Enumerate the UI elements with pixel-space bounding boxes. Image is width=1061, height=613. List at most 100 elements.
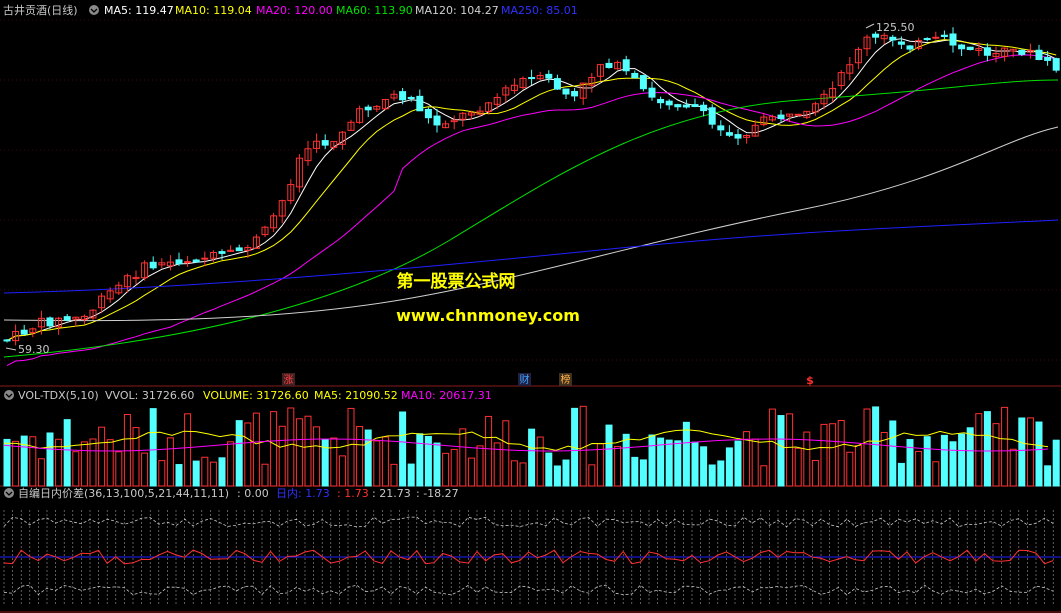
volume-bar [55, 438, 63, 487]
volume-bar [1044, 465, 1052, 487]
volume-bar [313, 426, 321, 487]
candle-body [553, 78, 561, 90]
volume-bar [364, 429, 372, 487]
indicator-toggle-icon[interactable] [4, 488, 14, 498]
svg-text:涨: 涨 [284, 374, 294, 386]
candle-body [1044, 56, 1052, 61]
volume-indicator-name[interactable]: VOL-TDX(5,10) [18, 389, 99, 402]
volume-bar [321, 438, 329, 487]
watermark-title: 第一股票公式网 [397, 271, 516, 292]
candle-body [1035, 49, 1043, 60]
event-marker-finance[interactable]: 财 [518, 373, 531, 386]
volume-bar [734, 440, 742, 487]
event-marker-dollar[interactable]: $ [806, 374, 814, 387]
candle-body [734, 134, 742, 139]
volume-bar [12, 440, 20, 487]
ma5-label: MA5: 119.47 [104, 4, 174, 17]
volume-bar [596, 443, 604, 487]
volume-bar [915, 450, 923, 487]
volume-bar [1035, 421, 1043, 487]
volume-bar [872, 406, 880, 487]
volume-bar [218, 457, 226, 487]
volume-bar [123, 413, 131, 487]
volume-bar [192, 460, 200, 487]
candle-body [364, 106, 372, 111]
vol-ma5-label: MA5: 21090.52 [314, 389, 398, 402]
volume-toggle-icon[interactable] [4, 390, 14, 400]
candle-body [562, 88, 570, 95]
volume-bar [992, 423, 1000, 487]
candle-body [407, 96, 415, 100]
volume-bar [1052, 439, 1060, 487]
high-price-marker: 125.50 [865, 21, 915, 34]
volume-bar [502, 420, 510, 487]
volume-bar [399, 411, 407, 487]
candle-body [682, 104, 690, 108]
indicator-value-2: : 1.73 [337, 487, 369, 500]
candle-body [63, 316, 71, 321]
volume-bar [338, 455, 346, 487]
volume-bar [708, 464, 716, 487]
svg-text:$: $ [806, 374, 814, 387]
settings-toggle-icon[interactable] [89, 5, 99, 15]
volume-bar [330, 437, 338, 487]
volume-bar [295, 418, 303, 487]
volume-bar [588, 464, 596, 487]
candle-body [46, 317, 54, 327]
candle-body [708, 107, 716, 125]
ma250-label: MA250: 85.01 [501, 4, 578, 17]
volume-bar [416, 433, 424, 487]
volume-bar [381, 436, 389, 487]
volume-bar [3, 438, 11, 487]
volume-bar [442, 452, 450, 487]
candle-body [940, 34, 948, 38]
volume-bar [553, 465, 561, 487]
volume-bar [106, 439, 114, 487]
candle-body [235, 247, 243, 252]
stock-chart[interactable]: 古井贡酒(日线) MA5: 119.47 MA10: 119.04 MA20: … [0, 0, 1061, 613]
volume-bar [820, 423, 828, 487]
candle-body [192, 259, 200, 263]
svg-text:财: 财 [520, 373, 530, 386]
volume-bar [966, 427, 974, 487]
candle-body [201, 257, 209, 260]
low-price-marker: 59.30 [5, 343, 50, 356]
volume-bar [373, 440, 381, 487]
candle-body [700, 104, 708, 112]
high-price-label: 125.50 [876, 21, 915, 34]
volume-bar [639, 459, 647, 487]
event-marker-rise[interactable]: 涨 [282, 373, 295, 386]
event-marker-ranking[interactable]: 榜 [559, 373, 572, 386]
volume-bar [940, 434, 948, 487]
volume-label: VOLUME: 31726.60 [203, 389, 309, 402]
indicator-header: 自编日内价差(36,13,100,5,21,44,11,11) : 0.00 日… [4, 486, 459, 500]
ma120-line [3, 126, 1059, 322]
volume-bars[interactable] [3, 405, 1060, 487]
vol-ma10-label: MA10: 20617.31 [401, 389, 492, 402]
candle-body [3, 339, 11, 342]
candle-body [545, 73, 553, 79]
candle-body [20, 329, 28, 335]
volume-bar [476, 445, 484, 487]
candle-body [794, 113, 802, 116]
candlesticks[interactable] [3, 27, 1060, 346]
low-price-label: 59.30 [18, 343, 50, 356]
volume-bar [923, 436, 931, 487]
volume-bar [519, 462, 527, 487]
candle-body [528, 77, 536, 80]
volume-bar [614, 445, 622, 487]
candle-body [665, 100, 673, 106]
volume-bar [829, 423, 837, 487]
indicator-name[interactable]: 自编日内价差(36,13,100,5,21,44,11,11) [18, 486, 229, 500]
volume-bar [648, 434, 656, 487]
volume-bar [674, 440, 682, 487]
volume-bar [80, 441, 88, 487]
candle-body [889, 36, 897, 41]
volume-bar [665, 439, 673, 487]
volume-bar [682, 421, 690, 487]
candle-body [897, 41, 905, 45]
volume-bar [605, 424, 613, 487]
chart-title[interactable]: 古井贡酒(日线) [3, 3, 78, 17]
volume-bar [278, 425, 286, 487]
candle-body [184, 261, 192, 264]
